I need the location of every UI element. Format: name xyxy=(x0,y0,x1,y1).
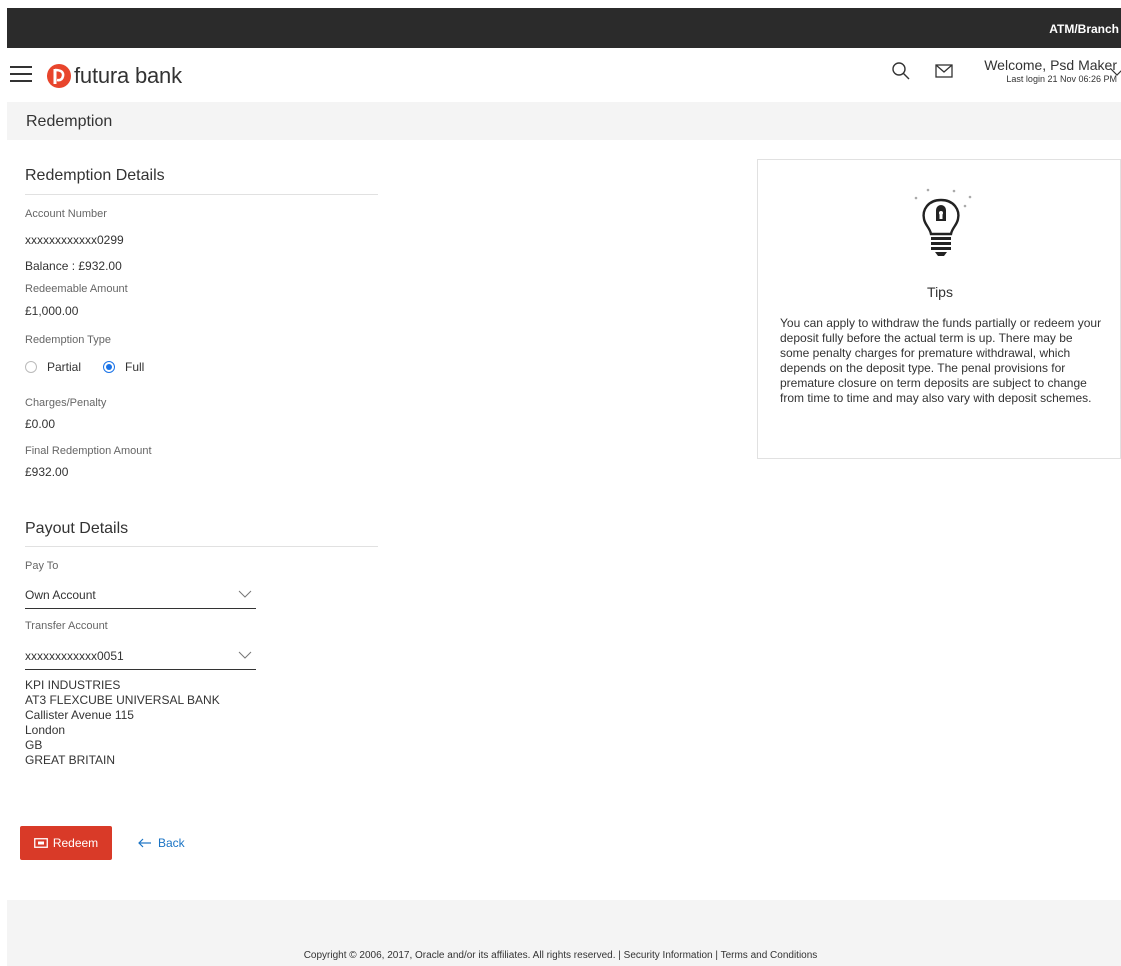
back-arrow-icon xyxy=(138,838,151,848)
address-line: KPI INDUSTRIES xyxy=(25,678,121,692)
page-title-bar: Redemption xyxy=(7,102,1121,140)
tips-text: You can apply to withdraw the funds part… xyxy=(780,316,1102,405)
tips-title: Tips xyxy=(927,284,953,300)
charges-label: Charges/Penalty xyxy=(25,397,107,409)
mail-icon[interactable] xyxy=(935,64,953,78)
redemption-type-radio-group: Partial Full xyxy=(25,359,144,375)
redemption-details-title: Redemption Details xyxy=(25,167,165,184)
radio-partial-label[interactable]: Partial xyxy=(47,360,81,374)
transfer-account-label: Transfer Account xyxy=(25,620,108,632)
radio-full-label[interactable]: Full xyxy=(125,360,144,374)
balance-value: Balance : £932.00 xyxy=(25,259,122,273)
redeem-button[interactable]: Redeem xyxy=(20,826,112,860)
header: futura bank Welcome, Psd Maker Last logi… xyxy=(7,48,1121,103)
hamburger-icon[interactable] xyxy=(10,66,32,84)
address-line: London xyxy=(25,723,66,737)
pay-to-label: Pay To xyxy=(25,560,59,572)
user-menu[interactable]: Welcome, Psd Maker Last login 21 Nov 06:… xyxy=(971,57,1117,84)
address-line: GB xyxy=(25,738,43,752)
security-information-link[interactable]: Security Information xyxy=(624,950,713,961)
payout-details-title: Payout Details xyxy=(25,520,129,537)
pay-to-select[interactable]: Own Account xyxy=(25,584,256,609)
divider xyxy=(25,546,378,547)
address-line: GREAT BRITAIN xyxy=(25,753,116,767)
tips-panel: Tips You can apply to withdraw the funds… xyxy=(757,159,1121,459)
account-number-label: Account Number xyxy=(25,208,107,220)
copyright-text: Copyright © 2006, 2017, Oracle and/or it… xyxy=(303,950,616,961)
pay-to-value: Own Account xyxy=(25,588,96,602)
redeem-button-label: Redeem xyxy=(52,836,99,850)
transfer-account-value: xxxxxxxxxxxx0051 xyxy=(25,649,124,663)
redeem-icon xyxy=(33,838,48,848)
footer-separator: | xyxy=(712,950,721,961)
search-icon[interactable] xyxy=(891,61,911,81)
chevron-down-icon xyxy=(238,590,252,598)
radio-full[interactable] xyxy=(103,361,116,373)
redeemable-amount-value: £1,000.00 xyxy=(25,304,79,318)
back-link-label: Back xyxy=(158,836,185,850)
atm-branch-link[interactable]: ATM/Branch xyxy=(1049,22,1119,36)
address-line: AT3 FLEXCUBE UNIVERSAL BANK xyxy=(25,693,220,707)
radio-partial[interactable] xyxy=(25,361,37,373)
payee-address: KPI INDUSTRIES AT3 FLEXCUBE UNIVERSAL BA… xyxy=(25,678,220,768)
back-link[interactable]: Back xyxy=(138,836,185,850)
top-bar: ATM/Branch xyxy=(7,8,1121,48)
divider xyxy=(25,194,378,195)
top-gap xyxy=(0,0,1121,8)
redeemable-amount-label: Redeemable Amount xyxy=(25,283,128,295)
brand-logo[interactable]: futura bank xyxy=(46,61,182,91)
brand-name: futura bank xyxy=(74,63,182,88)
footer: Copyright © 2006, 2017, Oracle and/or it… xyxy=(0,950,1121,961)
left-border xyxy=(0,0,7,966)
chevron-down-icon xyxy=(238,651,252,659)
account-number-value: xxxxxxxxxxxx0299 xyxy=(25,233,124,247)
futura-logo-icon xyxy=(47,64,71,88)
last-login-text: Last login 21 Nov 06:26 PM xyxy=(1006,74,1117,84)
terms-and-conditions-link[interactable]: Terms and Conditions xyxy=(721,950,818,961)
transfer-account-select[interactable]: xxxxxxxxxxxx0051 xyxy=(25,645,256,670)
page-title: Redemption xyxy=(26,113,113,130)
address-line: Callister Avenue 115 xyxy=(25,708,134,722)
final-amount-label: Final Redemption Amount xyxy=(25,445,152,457)
redemption-type-label: Redemption Type xyxy=(25,334,112,346)
final-amount-value: £932.00 xyxy=(25,465,69,479)
chevron-down-icon[interactable] xyxy=(1110,68,1121,77)
footer-separator: | xyxy=(615,950,624,961)
lightbulb-icon xyxy=(914,188,972,256)
welcome-text: Welcome, Psd Maker xyxy=(984,57,1117,73)
charges-value: £0.00 xyxy=(25,417,56,431)
